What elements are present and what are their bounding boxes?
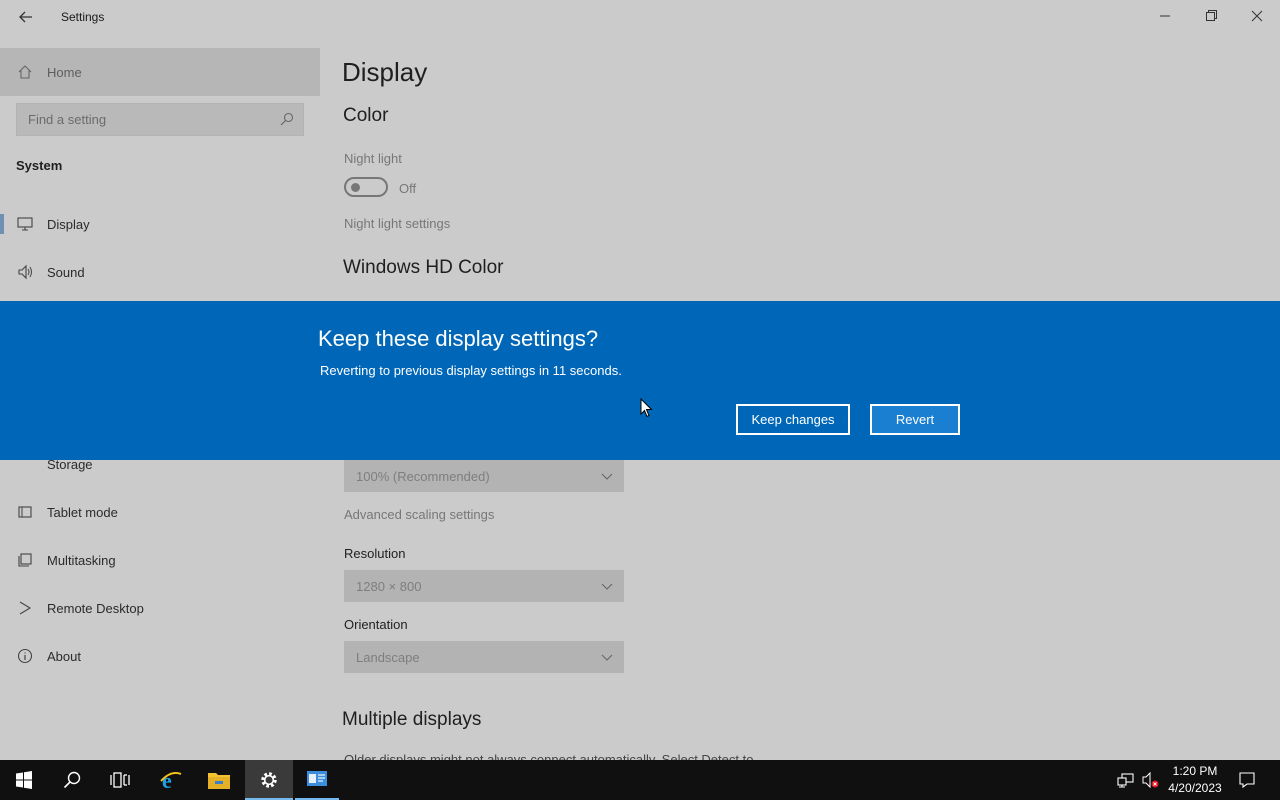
svg-text:e: e [162, 768, 172, 792]
sidebar-item-label: Display [47, 217, 90, 232]
server-manager-icon [307, 771, 327, 786]
chevron-down-icon [601, 583, 613, 590]
home-icon [18, 65, 32, 79]
sidebar-item-label: Sound [47, 265, 85, 280]
multiple-displays-text: Older displays might not always connect … [344, 752, 754, 760]
file-explorer-icon [208, 773, 230, 789]
keep-changes-button[interactable]: Keep changes [736, 404, 850, 435]
taskbar-search-button[interactable] [48, 760, 96, 800]
sidebar-item-remote-desktop[interactable]: Remote Desktop [0, 588, 320, 628]
scale-value: 100% (Recommended) [356, 469, 490, 484]
sidebar-item-home[interactable]: Home [0, 48, 320, 96]
close-icon[interactable] [1234, 0, 1280, 32]
taskbar-clock[interactable]: 1:20 PM 4/20/2023 [1164, 763, 1226, 797]
clock-time: 1:20 PM [1172, 764, 1218, 778]
multiple-displays-heading: Multiple displays [342, 709, 482, 730]
color-heading: Color [343, 105, 389, 126]
sidebar-item-sound[interactable]: Sound [0, 252, 320, 292]
monitor-icon [17, 217, 33, 231]
home-label: Home [47, 65, 82, 80]
taskbar: e [0, 760, 1280, 800]
advanced-scaling-link[interactable]: Advanced scaling settings [344, 507, 494, 522]
task-view-button[interactable] [96, 760, 144, 800]
section-label: System [16, 158, 63, 173]
search-icon [63, 771, 81, 789]
mouse-cursor-icon [640, 398, 653, 418]
minimize-icon[interactable] [1142, 0, 1188, 32]
orientation-label: Orientation [344, 617, 408, 632]
sidebar-item-label: Multitasking [47, 553, 116, 568]
settings-icon [261, 772, 277, 788]
chevron-down-icon [601, 473, 613, 480]
revert-button[interactable]: Revert [870, 404, 960, 435]
sidebar-item-display[interactable]: Display [0, 204, 320, 244]
dialog-message: Reverting to previous display settings i… [320, 363, 622, 378]
clock-date: 4/20/2023 [1168, 781, 1222, 795]
remote-desktop-icon [19, 601, 32, 615]
orientation-dropdown[interactable]: Landscape [344, 641, 624, 673]
action-center-icon[interactable] [1238, 771, 1256, 789]
info-icon [17, 648, 33, 664]
toggle-knob [351, 183, 360, 192]
back-arrow-icon[interactable] [16, 7, 36, 27]
sidebar-item-label: Tablet mode [47, 505, 118, 520]
restore-icon[interactable] [1188, 0, 1234, 32]
resolution-label: Resolution [344, 546, 406, 561]
hd-color-heading: Windows HD Color [343, 257, 504, 278]
speaker-icon [18, 264, 32, 280]
taskbar-app-file-explorer[interactable] [195, 760, 243, 800]
keep-settings-dialog: Keep these display settings? Reverting t… [0, 301, 1280, 460]
taskbar-app-server-manager[interactable] [293, 760, 341, 800]
night-light-toggle[interactable] [344, 177, 388, 197]
search-input[interactable]: Find a setting [16, 103, 304, 136]
start-icon [16, 771, 32, 789]
orientation-value: Landscape [356, 650, 420, 665]
taskbar-app-settings[interactable] [245, 760, 293, 800]
night-light-settings-link[interactable]: Night light settings [344, 216, 450, 231]
network-icon[interactable] [1117, 771, 1135, 789]
resolution-value: 1280 × 800 [356, 579, 422, 594]
night-light-label: Night light [344, 151, 402, 166]
internet-explorer-icon: e [160, 768, 182, 792]
multitasking-icon [18, 553, 32, 567]
scale-dropdown[interactable]: 100% (Recommended) [344, 460, 624, 492]
taskbar-app-internet-explorer[interactable]: e [147, 760, 195, 800]
sidebar-item-multitasking[interactable]: Multitasking [0, 540, 320, 580]
start-button[interactable] [0, 760, 48, 800]
task-view-icon [110, 772, 130, 788]
sidebar-item-label: About [47, 649, 81, 664]
sidebar-item-label: Remote Desktop [47, 601, 144, 616]
chevron-down-icon [601, 654, 613, 661]
volume-muted-icon[interactable] [1141, 771, 1159, 789]
window-title: Settings [61, 10, 105, 24]
search-icon [280, 112, 294, 126]
resolution-dropdown[interactable]: 1280 × 800 [344, 570, 624, 602]
search-placeholder: Find a setting [28, 112, 107, 127]
sidebar-item-about[interactable]: About [0, 636, 320, 676]
page-title: Display [342, 57, 428, 87]
sidebar-item-tablet-mode[interactable]: Tablet mode [0, 492, 320, 532]
night-light-state: Off [399, 181, 417, 196]
dialog-title: Keep these display settings? [318, 326, 599, 351]
tablet-mode-icon [18, 506, 32, 518]
